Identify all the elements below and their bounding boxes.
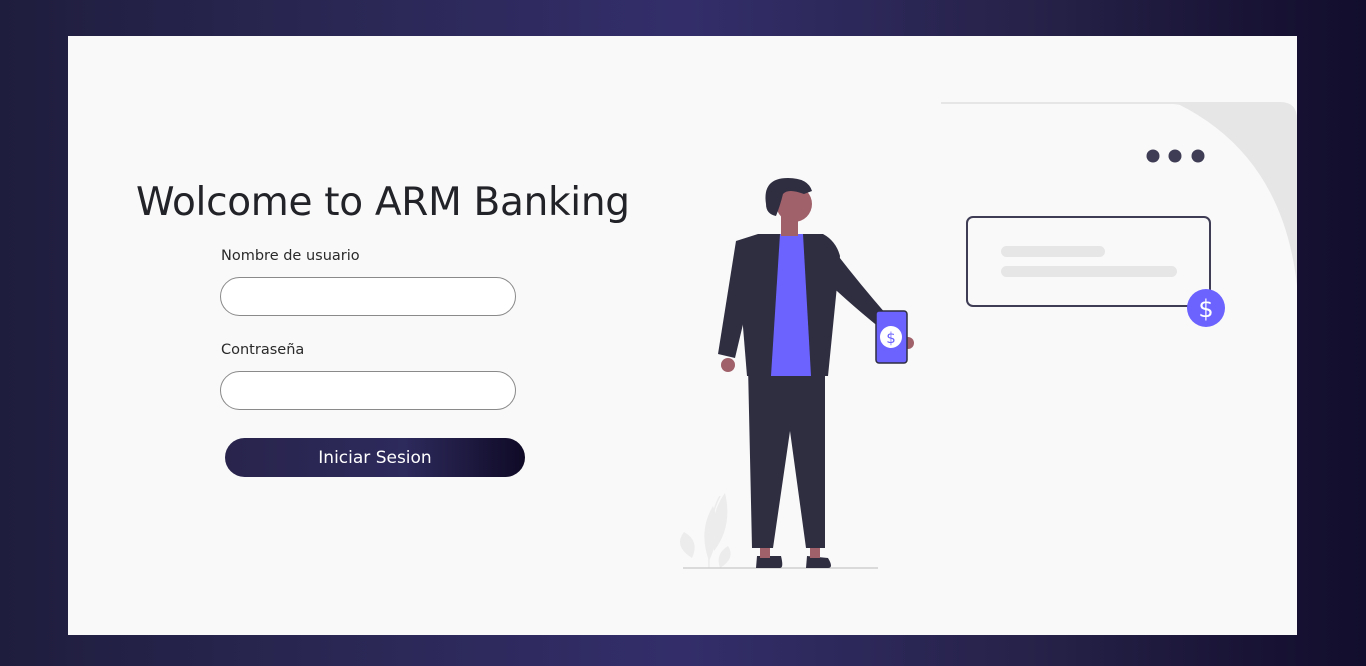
message-card-graphic	[966, 216, 1211, 307]
svg-text:$: $	[1198, 295, 1213, 323]
dollar-coin-icon: $	[1187, 289, 1225, 327]
login-card: Wolcome to ARM Banking Nombre de usuario…	[68, 36, 1297, 635]
person-illustration: $	[718, 178, 914, 568]
window-dots-icon	[1146, 149, 1205, 163]
svg-text:$: $	[886, 329, 896, 347]
banking-illustration: $ $	[679, 102, 1297, 569]
plant-icon	[679, 493, 731, 569]
